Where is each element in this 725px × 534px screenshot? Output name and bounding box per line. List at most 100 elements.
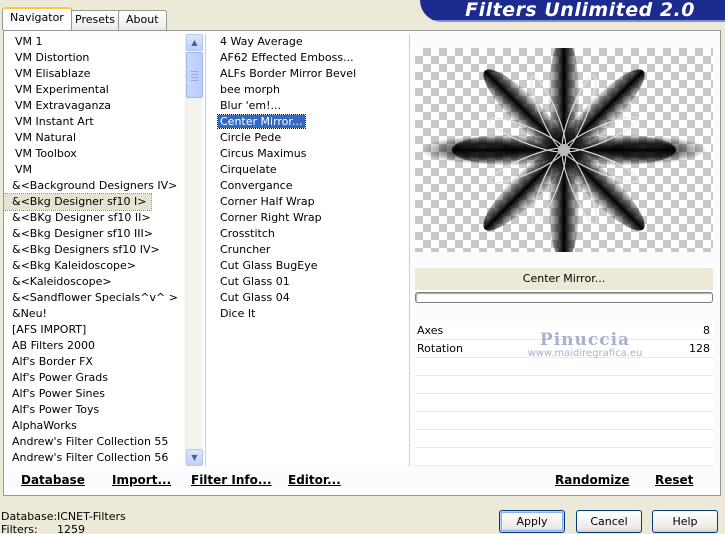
param-empty-row <box>415 448 713 466</box>
param-axes-label: Axes <box>417 324 444 337</box>
filter-item-label: Cut Glass BugEye <box>220 259 318 272</box>
progress-bar <box>415 292 713 303</box>
filter-item-label: Dice It <box>220 307 256 320</box>
filter-item[interactable]: Corner Half Wrap <box>208 194 408 210</box>
filter-item-label: Corner Half Wrap <box>220 195 315 208</box>
param-empty-row <box>415 376 713 394</box>
filter-item[interactable]: Cut Glass BugEye <box>208 258 408 274</box>
category-item[interactable]: &<Bkg Designer sf10 I> <box>4 193 152 211</box>
filter-item[interactable]: Convergance <box>208 178 408 194</box>
category-item[interactable]: VM Extravaganza <box>4 98 184 114</box>
category-item[interactable]: VM Elisablaze <box>4 66 184 82</box>
reset-button[interactable]: Reset <box>655 473 693 487</box>
category-item[interactable]: VM Natural <box>4 130 184 146</box>
database-button[interactable]: Database <box>21 473 85 487</box>
filter-item[interactable]: Dice It <box>208 306 408 322</box>
category-list[interactable]: VM 1 VM Distortion VM Elisablaze VM Experim… <box>4 34 184 466</box>
parameter-panel: Axes 8 Rotation 128 Pinuccia www.maidire… <box>415 322 713 466</box>
filter-item-label: Center Mirror... <box>216 114 307 129</box>
filter-item[interactable]: Circle Pede <box>208 130 408 146</box>
filter-info-button[interactable]: Filter Info... <box>191 473 272 487</box>
filter-item[interactable]: AF62 Effected Emboss... <box>208 50 408 66</box>
tab-presets[interactable]: Presets <box>67 10 124 30</box>
param-axes-value[interactable]: 8 <box>703 324 710 337</box>
category-item[interactable]: Alf's Power Toys <box>4 402 184 418</box>
selected-filter-name: Center Mirror... <box>415 268 713 290</box>
title-banner: Filters Unlimited 2.0 <box>420 0 725 22</box>
category-item[interactable]: Alf's Border FX <box>4 354 184 370</box>
app-title: Filters Unlimited 2.0 <box>465 0 695 21</box>
filter-item[interactable]: Corner Right Wrap <box>208 210 408 226</box>
category-item[interactable]: Alf's Power Grads <box>4 370 184 386</box>
randomize-button[interactable]: Randomize <box>555 473 629 487</box>
category-item[interactable]: Andrew's Filter Collection 55 <box>4 434 184 450</box>
category-item[interactable]: &<Background Designers IV> <box>4 178 184 194</box>
status-area: Database:ICNET-Filters Filters: 1259 <box>1 510 126 534</box>
filter-item-label: Corner Right Wrap <box>220 211 322 224</box>
filter-item-label: Cut Glass 01 <box>220 275 290 288</box>
kaleidoscope-preview-image <box>420 48 708 252</box>
column-divider <box>205 34 206 466</box>
category-item[interactable]: VM Experimental <box>4 82 184 98</box>
cancel-button[interactable]: Cancel <box>576 510 642 533</box>
tab-navigator[interactable]: Navigator <box>2 7 72 30</box>
filters-count-label: Filters: <box>1 523 38 534</box>
filter-item[interactable]: Cruncher <box>208 242 408 258</box>
filter-item[interactable]: 4 Way Average <box>208 34 408 50</box>
category-item[interactable]: &<Bkg Designers sf10 IV> <box>4 242 184 258</box>
filter-item-label: Circus Maximus <box>220 147 307 160</box>
filter-item[interactable]: Cirquelate <box>208 162 408 178</box>
scrollbar-thumb[interactable] <box>186 52 203 98</box>
filter-item[interactable]: Blur 'em!... <box>208 98 408 114</box>
category-item[interactable]: Alf's Power Sines <box>4 386 184 402</box>
filter-list[interactable]: 4 Way Average AF62 Effected Emboss... ALFs… <box>208 34 408 466</box>
param-rotation[interactable]: Rotation 128 <box>415 340 713 358</box>
filter-item[interactable]: Cut Glass 04 <box>208 290 408 306</box>
category-item[interactable]: &<Bkg Designer sf10 III> <box>4 226 184 242</box>
category-item[interactable]: VM Distortion <box>4 50 184 66</box>
filter-item-label: Cruncher <box>220 243 271 256</box>
category-item[interactable]: VM <box>4 162 184 178</box>
param-rotation-value[interactable]: 128 <box>689 342 710 355</box>
filter-item-label: Cirquelate <box>220 163 277 176</box>
category-item[interactable]: &Neu! <box>4 306 184 322</box>
database-label: Database: <box>1 510 58 523</box>
import-button[interactable]: Import... <box>112 473 171 487</box>
category-item[interactable]: &<Kaleidoscope> <box>4 274 184 290</box>
category-item[interactable]: AlphaWorks <box>4 418 184 434</box>
category-item[interactable]: VM Instant Art <box>4 114 184 130</box>
filter-item-label: Circle Pede <box>220 131 282 144</box>
category-item[interactable]: Andrew's Filter Collection 56 <box>4 450 184 466</box>
tab-about[interactable]: About <box>118 10 167 30</box>
filter-item-label: Crosstitch <box>220 227 275 240</box>
apply-button[interactable]: Apply <box>499 510 565 533</box>
database-value: ICNET-Filters <box>57 510 126 523</box>
category-item[interactable]: AB Filters 2000 <box>4 338 184 354</box>
category-item[interactable]: VM Toolbox <box>4 146 184 162</box>
filter-item[interactable]: Circus Maximus <box>208 146 408 162</box>
scroll-down-arrow-icon[interactable]: ▼ <box>186 449 203 466</box>
filter-item-label: bee morph <box>220 83 280 96</box>
filter-item[interactable]: bee morph <box>208 82 408 98</box>
filter-item-label: Blur 'em!... <box>220 99 281 112</box>
category-item[interactable]: VM 1 <box>4 34 184 50</box>
scroll-up-arrow-icon[interactable]: ▲ <box>186 34 203 51</box>
category-item[interactable]: &<BKg Designer sf10 II> <box>4 210 184 226</box>
filter-item[interactable]: ALFs Border Mirror Bevel <box>208 66 408 82</box>
editor-button[interactable]: Editor... <box>288 473 341 487</box>
param-axes[interactable]: Axes 8 <box>415 322 713 340</box>
filter-item[interactable]: Center Mirror... <box>208 114 408 130</box>
category-item[interactable]: [AFS IMPORT] <box>4 322 184 338</box>
category-scrollbar[interactable]: ▲ ▼ <box>185 34 203 466</box>
help-button[interactable]: Help <box>652 510 718 533</box>
filter-item[interactable]: Cut Glass 01 <box>208 274 408 290</box>
filter-item-label: 4 Way Average <box>220 35 303 48</box>
param-empty-row <box>415 412 713 430</box>
column-divider <box>409 34 410 466</box>
category-item[interactable]: &<Bkg Kaleidoscope> <box>4 258 184 274</box>
category-item[interactable]: &<Sandflower Specials^v^ > <box>4 290 184 306</box>
filter-item[interactable]: Crosstitch <box>208 226 408 242</box>
filter-item-label: AF62 Effected Emboss... <box>220 51 354 64</box>
filter-item-label: Convergance <box>220 179 293 192</box>
param-empty-row <box>415 430 713 448</box>
